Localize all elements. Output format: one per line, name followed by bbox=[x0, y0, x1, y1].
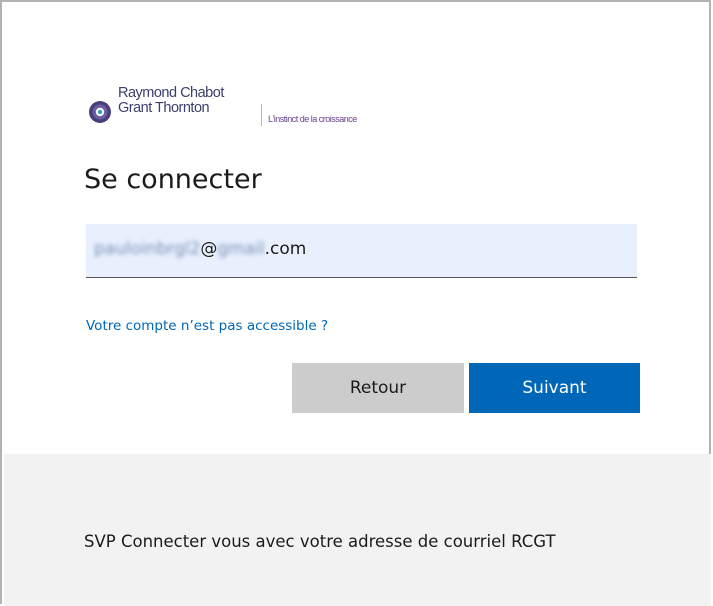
email-at: @ bbox=[200, 239, 218, 259]
back-button[interactable]: Retour bbox=[292, 363, 464, 413]
logo-name-line-2: Grant Thornton bbox=[118, 100, 210, 116]
footer-message: SVP Connecter vous avec votre adresse de… bbox=[84, 532, 556, 551]
company-logo: Raymond Chabot Grant Thornton L'instinct… bbox=[88, 86, 428, 126]
page-title: Se connecter bbox=[84, 164, 262, 195]
email-domain-part: gmail bbox=[217, 239, 265, 259]
logo-divider bbox=[261, 104, 262, 126]
logo-name-line-1: Raymond Chabot bbox=[118, 85, 224, 101]
logo-tagline: L'instinct de la croissance bbox=[268, 114, 357, 124]
next-button[interactable]: Suivant bbox=[469, 363, 640, 413]
footer-banner: SVP Connecter vous avec votre adresse de… bbox=[4, 454, 711, 606]
email-value: pauloinbrgl2@gmail.com bbox=[94, 239, 306, 259]
email-suffix: .com bbox=[264, 239, 307, 259]
signin-card: Raymond Chabot Grant Thornton L'instinct… bbox=[0, 0, 711, 606]
cannot-access-account-link[interactable]: Votre compte n’est pas accessible ? bbox=[86, 318, 328, 334]
email-field[interactable]: pauloinbrgl2@gmail.com bbox=[86, 224, 637, 278]
rcgt-logo-icon bbox=[89, 101, 111, 123]
email-user-part: pauloinbrgl2 bbox=[94, 239, 201, 259]
logo-company-name: Raymond Chabot Grant Thornton bbox=[118, 86, 224, 116]
